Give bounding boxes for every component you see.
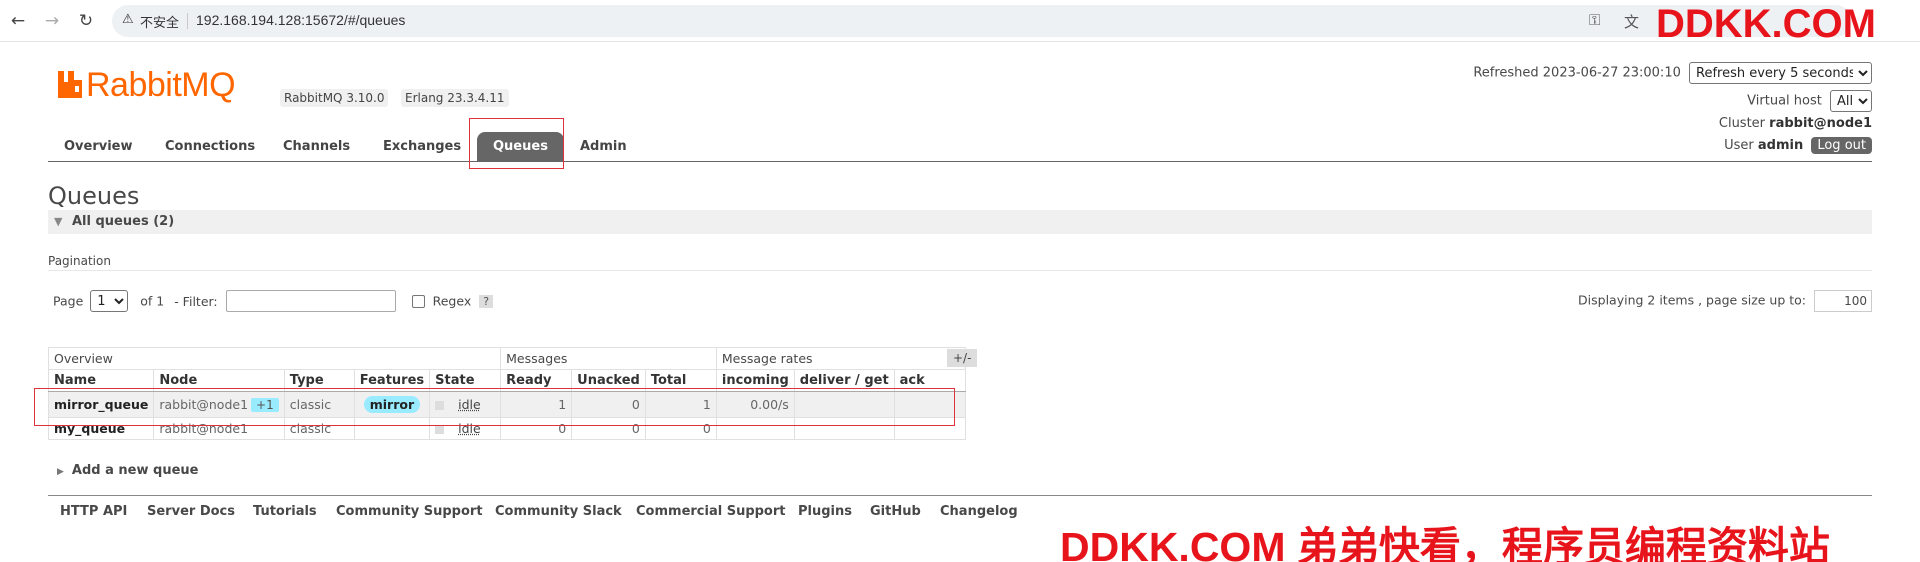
group-header-messages: Messages xyxy=(500,347,717,370)
footer-link-plugins[interactable]: Plugins xyxy=(798,504,852,519)
watermark-bottom: DDKK.COM 弟弟快看，程序员编程资料站 xyxy=(1060,524,1830,562)
pagination-controls: Page 1 of 1 - Filter: Regex ? xyxy=(53,290,494,312)
pagination-label: Pagination xyxy=(48,254,111,268)
insecure-label[interactable]: 不安全 xyxy=(140,12,179,31)
filter-label: - Filter: xyxy=(174,293,218,309)
tab-admin[interactable]: Admin xyxy=(564,132,643,162)
footer-link-tutorials[interactable]: Tutorials xyxy=(253,504,317,519)
collapse-triangle-icon: ▼ xyxy=(54,215,63,228)
url-text[interactable]: 192.168.194.128:15672/#/queues xyxy=(196,12,405,28)
filter-input[interactable] xyxy=(225,290,396,312)
watermark-top: DDKK.COM xyxy=(1656,2,1876,46)
refreshed-timestamp: Refreshed 2023-06-27 23:00:10 xyxy=(1473,65,1681,81)
footer-link-github[interactable]: GitHub xyxy=(870,504,921,519)
rabbitmq-logo-icon xyxy=(58,71,82,98)
rabbitmq-version-badge: RabbitMQ 3.10.0 xyxy=(280,89,389,107)
columns-toggle-button[interactable]: +/- xyxy=(947,349,978,367)
address-divider xyxy=(187,13,188,29)
vhost-controls: Virtual host All xyxy=(1747,90,1872,112)
page-label: Page xyxy=(53,293,84,309)
erlang-version-badge: Erlang 23.3.4.11 xyxy=(401,89,509,107)
browser-toolbar: ← → ↻ ⚠ 不安全 192.168.194.128:15672/#/queu… xyxy=(0,0,1920,46)
reload-icon[interactable]: ↻ xyxy=(74,9,98,33)
mirror-queue-highlight-box xyxy=(34,388,955,426)
translate-icon[interactable]: 文 xyxy=(1624,11,1639,32)
footer-link-community-slack[interactable]: Community Slack xyxy=(495,504,622,519)
section-label: All queues (2) xyxy=(72,214,175,229)
page-size-input[interactable]: 100 xyxy=(1814,290,1872,312)
back-arrow-icon[interactable]: ← xyxy=(6,9,30,33)
regex-checkbox[interactable] xyxy=(411,294,425,308)
footer-link-community-support[interactable]: Community Support xyxy=(336,504,483,519)
page-select[interactable]: 1 xyxy=(90,290,129,312)
footer-link-changelog[interactable]: Changelog xyxy=(940,504,1018,519)
tab-connections[interactable]: Connections xyxy=(149,132,271,162)
vhost-label: Virtual host xyxy=(1747,93,1822,109)
footer-link-http-api[interactable]: HTTP API xyxy=(60,504,127,519)
footer-link-commercial-support[interactable]: Commercial Support xyxy=(636,504,786,519)
forward-arrow-icon[interactable]: → xyxy=(40,9,64,33)
refresh-controls: Refreshed 2023-06-27 23:00:10 Refresh ev… xyxy=(1473,62,1872,84)
warning-icon: ⚠ xyxy=(122,12,134,27)
vhost-select[interactable]: All xyxy=(1830,90,1872,112)
group-header-row: Overview Messages Message rates xyxy=(47,347,966,370)
expand-triangle-icon: ▶ xyxy=(57,467,64,477)
add-queue-label: Add a new queue xyxy=(71,463,199,478)
main-nav: Overview Connections Channels Exchanges … xyxy=(48,129,1872,162)
page-count: of 1 xyxy=(140,293,165,309)
footer-link-server-docs[interactable]: Server Docs xyxy=(147,504,235,519)
all-queues-section-toggle[interactable]: ▼ All queues (2) xyxy=(48,210,1872,234)
state-indicator-icon xyxy=(435,425,445,434)
address-bar[interactable]: ⚠ 不安全 192.168.194.128:15672/#/queues ⚿ 文 xyxy=(112,5,1852,37)
queues-tab-highlight-box xyxy=(469,118,564,169)
logo-text: RabbitMQ xyxy=(86,66,236,104)
tab-overview[interactable]: Overview xyxy=(48,132,149,162)
tab-exchanges[interactable]: Exchanges xyxy=(367,132,477,162)
key-icon[interactable]: ⚿ xyxy=(1589,11,1600,29)
tab-channels[interactable]: Channels xyxy=(267,132,366,162)
page-title: Queues xyxy=(48,182,140,210)
group-header-message-rates: Message rates xyxy=(715,347,966,370)
group-header-overview: Overview xyxy=(47,347,502,370)
page-size-controls: Displaying 2 items , page size up to: 10… xyxy=(1578,290,1872,312)
add-queue-section-toggle[interactable]: ▶ Add a new queue xyxy=(57,463,198,478)
refresh-interval-select[interactable]: Refresh every 5 seconds xyxy=(1689,62,1872,84)
displaying-label: Displaying 2 items , page size up to: xyxy=(1578,292,1807,308)
regex-label: Regex xyxy=(432,293,472,309)
pagination-divider xyxy=(48,270,1872,271)
regex-help-button[interactable]: ? xyxy=(479,294,494,308)
